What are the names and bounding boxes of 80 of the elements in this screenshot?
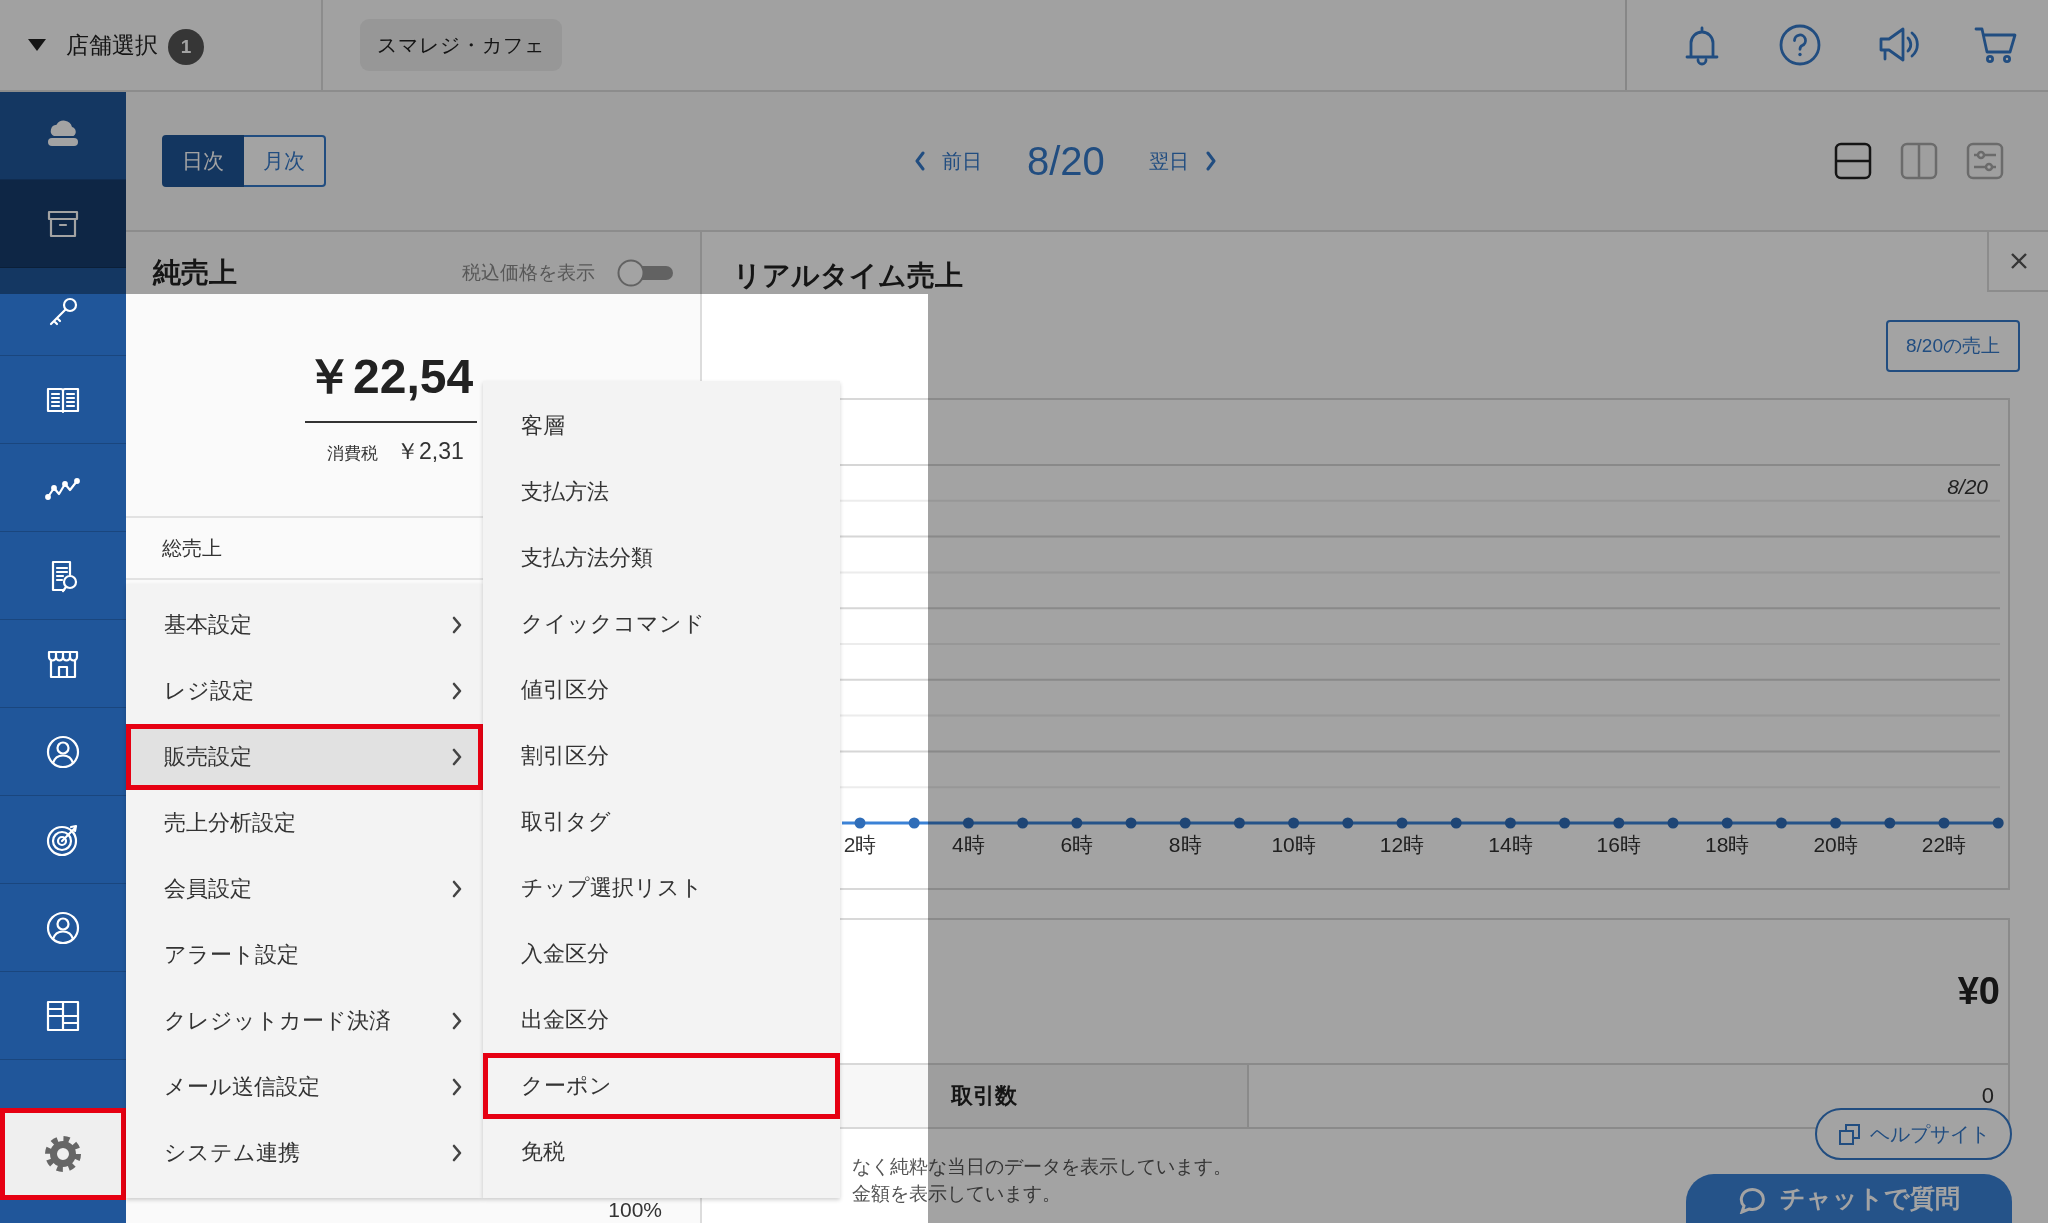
data-point [1288, 817, 1300, 829]
axis-label: 6時 [1060, 833, 1094, 856]
chevron-right-icon [1204, 151, 1217, 171]
axis-label: 2時 [843, 833, 877, 856]
sidebar-item[interactable] [0, 180, 126, 268]
menu-item[interactable]: 基本設定 [126, 592, 483, 658]
sliders-icon[interactable] [1966, 142, 2004, 180]
close-button[interactable] [1987, 232, 2048, 292]
date-label: 8/20 [1027, 138, 1105, 184]
menu-item[interactable]: 支払方法 [483, 459, 840, 525]
data-point [1396, 817, 1408, 829]
menu-item[interactable]: クイックコマンド [483, 591, 840, 657]
panel-title: リアルタイム売上 [733, 259, 963, 293]
data-point [1179, 817, 1191, 829]
data-point [1017, 817, 1029, 829]
row-value: 0 [1981, 1083, 1994, 1109]
row-label: 総売上 [162, 535, 222, 561]
note-text: 金額を表示しています。 [852, 1182, 1061, 1206]
menu-item[interactable]: システム連携 [126, 1120, 483, 1186]
tax-label: 消費税 [327, 443, 378, 465]
menu-item[interactable]: メール送信設定 [126, 1054, 483, 1120]
count-badge: 1 [168, 29, 204, 65]
data-point [1830, 817, 1842, 829]
axis-label: 4時 [952, 833, 985, 856]
chevron-left-icon [914, 151, 926, 171]
data-point [1992, 817, 2004, 829]
axis-label: 20時 [1813, 833, 1858, 856]
overlapping-squares-icon [1837, 1122, 1862, 1146]
data-point [1613, 817, 1625, 829]
data-point [854, 817, 866, 829]
data-point [1884, 817, 1896, 829]
store-tag: スマレジ・カフェ [360, 19, 562, 71]
close-icon [2008, 251, 2029, 271]
legend-label: 8/20 [1947, 475, 1988, 498]
menu-item[interactable]: 会員設定 [126, 856, 483, 922]
data-point [1938, 817, 1950, 829]
settings-button[interactable] [0, 1108, 126, 1200]
sales-amount: ￥22,54 [305, 345, 478, 423]
data-point [1504, 817, 1516, 829]
menu-item[interactable]: 支払方法分類 [483, 525, 840, 591]
rows-layout-icon[interactable] [1834, 142, 1872, 180]
menu-item[interactable]: 客層 [483, 393, 840, 459]
data-point [1125, 817, 1137, 829]
gear-icon [43, 1134, 83, 1174]
data-point [908, 817, 920, 829]
axis-label: 22時 [1921, 833, 1967, 856]
menu-item[interactable]: 売上分析設定 [126, 790, 483, 856]
data-point [1071, 817, 1083, 829]
axis-label: 10時 [1271, 833, 1316, 856]
menu-item[interactable]: レジ設定 [126, 658, 483, 724]
menu-item[interactable]: 値引区分 [483, 657, 840, 723]
period-tab[interactable]: 日次 [162, 135, 244, 187]
note-text: なく純粋な当日のデータを表示しています。 [852, 1155, 1232, 1179]
caret-down-icon [28, 39, 46, 51]
data-point [1667, 817, 1679, 829]
axis-label: 14時 [1488, 833, 1533, 856]
menu-item[interactable]: 割引区分 [483, 723, 840, 789]
axis-label: 8時 [1168, 833, 1202, 856]
axis-label: 12時 [1379, 833, 1425, 856]
data-point [1721, 817, 1733, 829]
data-point [1775, 817, 1787, 829]
axis-label: 16時 [1596, 833, 1641, 856]
menu-item[interactable]: チップ選択リスト [483, 855, 840, 921]
data-point [1559, 817, 1571, 829]
tax-amount: ￥2,31 [396, 437, 464, 465]
axis-label: 18時 [1705, 833, 1750, 856]
data-point [962, 817, 974, 829]
help-icon[interactable] [1778, 23, 1822, 67]
menu-item[interactable]: 販売設定 [126, 724, 483, 790]
menu-item[interactable]: アラート設定 [126, 922, 483, 988]
menu-item[interactable]: 取引タグ [483, 789, 840, 855]
menu-item[interactable]: クレジットカード決済 [126, 988, 483, 1054]
toggle-label: 税込価格を表示 [462, 261, 595, 285]
panel-title: 純売上 [153, 256, 237, 290]
data-point [1342, 817, 1354, 829]
toggle-switch[interactable] [617, 259, 673, 287]
data-point [1450, 817, 1462, 829]
data-point [1233, 817, 1245, 829]
store-select-button[interactable]: 店舗選択 [28, 29, 158, 61]
percentage-value: 100% [608, 1198, 662, 1222]
